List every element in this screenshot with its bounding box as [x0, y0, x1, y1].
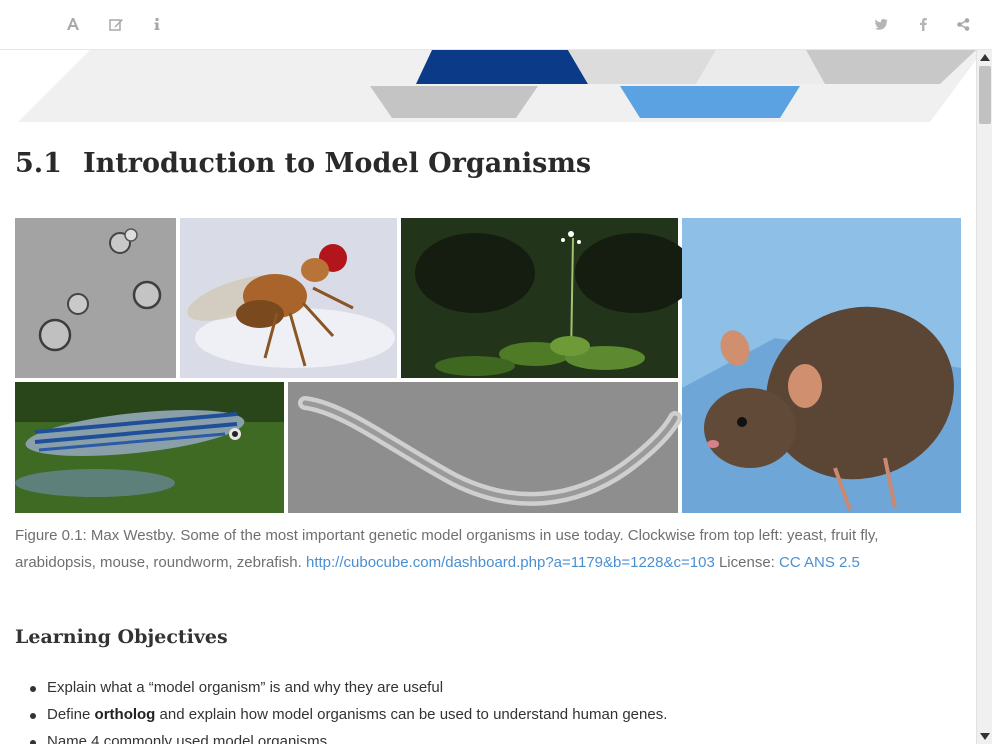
license-label: License: [718, 554, 775, 571]
vertical-scrollbar[interactable] [976, 50, 992, 744]
figure-source-link[interactable]: http://cubocube.com/dashboard.php?a=1179… [306, 554, 715, 571]
objective-text: Name 4 commonly used model organisms [47, 733, 328, 744]
scrollbar-thumb[interactable] [979, 66, 991, 124]
zebrafish-photo [15, 382, 284, 513]
yeast-photo [15, 218, 176, 378]
fruit-fly-photo [180, 218, 397, 378]
chapter-number: 5.1 [15, 148, 62, 179]
share-icon[interactable] [950, 12, 976, 36]
font-settings-icon[interactable] [60, 12, 86, 36]
model-organisms-figure [15, 218, 961, 513]
objective-text-suffix: and explain how model organisms can be u… [155, 706, 668, 723]
scroll-down-arrow-icon[interactable] [980, 733, 990, 740]
chapter-title: 5.1 Introduction to Model Organisms [15, 148, 591, 179]
learning-objectives-list: Explain what a “model organism” is and w… [15, 676, 955, 744]
figure-caption: Figure 0.1: Max Westby. Some of the most… [15, 522, 961, 576]
scroll-up-arrow-icon[interactable] [980, 54, 990, 61]
roundworm-photo [288, 382, 682, 513]
top-toolbar [0, 0, 992, 50]
arabidopsis-photo [401, 218, 695, 378]
info-icon[interactable] [144, 12, 170, 36]
objective-text-prefix: Define [47, 706, 95, 723]
twitter-icon[interactable] [868, 12, 894, 36]
license-link[interactable]: CC ANS 2.5 [779, 554, 860, 571]
facebook-icon[interactable] [910, 12, 936, 36]
mouse-photo [682, 218, 961, 513]
edit-icon[interactable] [103, 12, 129, 36]
book-content: 5.1 Introduction to Model Organisms Figu… [0, 50, 976, 744]
ortholog-term: ortholog [94, 706, 156, 723]
chapter-title-text: Introduction to Model Organisms [82, 148, 592, 179]
list-item: Name 4 commonly used model organisms [15, 730, 955, 744]
list-item: Define ortholog and explain how model or… [15, 703, 955, 730]
chapter-banner [18, 50, 976, 122]
learning-objectives-heading: Learning Objectives [15, 626, 228, 648]
list-item: Explain what a “model organism” is and w… [15, 676, 955, 703]
objective-text: Explain what a “model organism” is and w… [47, 679, 444, 696]
